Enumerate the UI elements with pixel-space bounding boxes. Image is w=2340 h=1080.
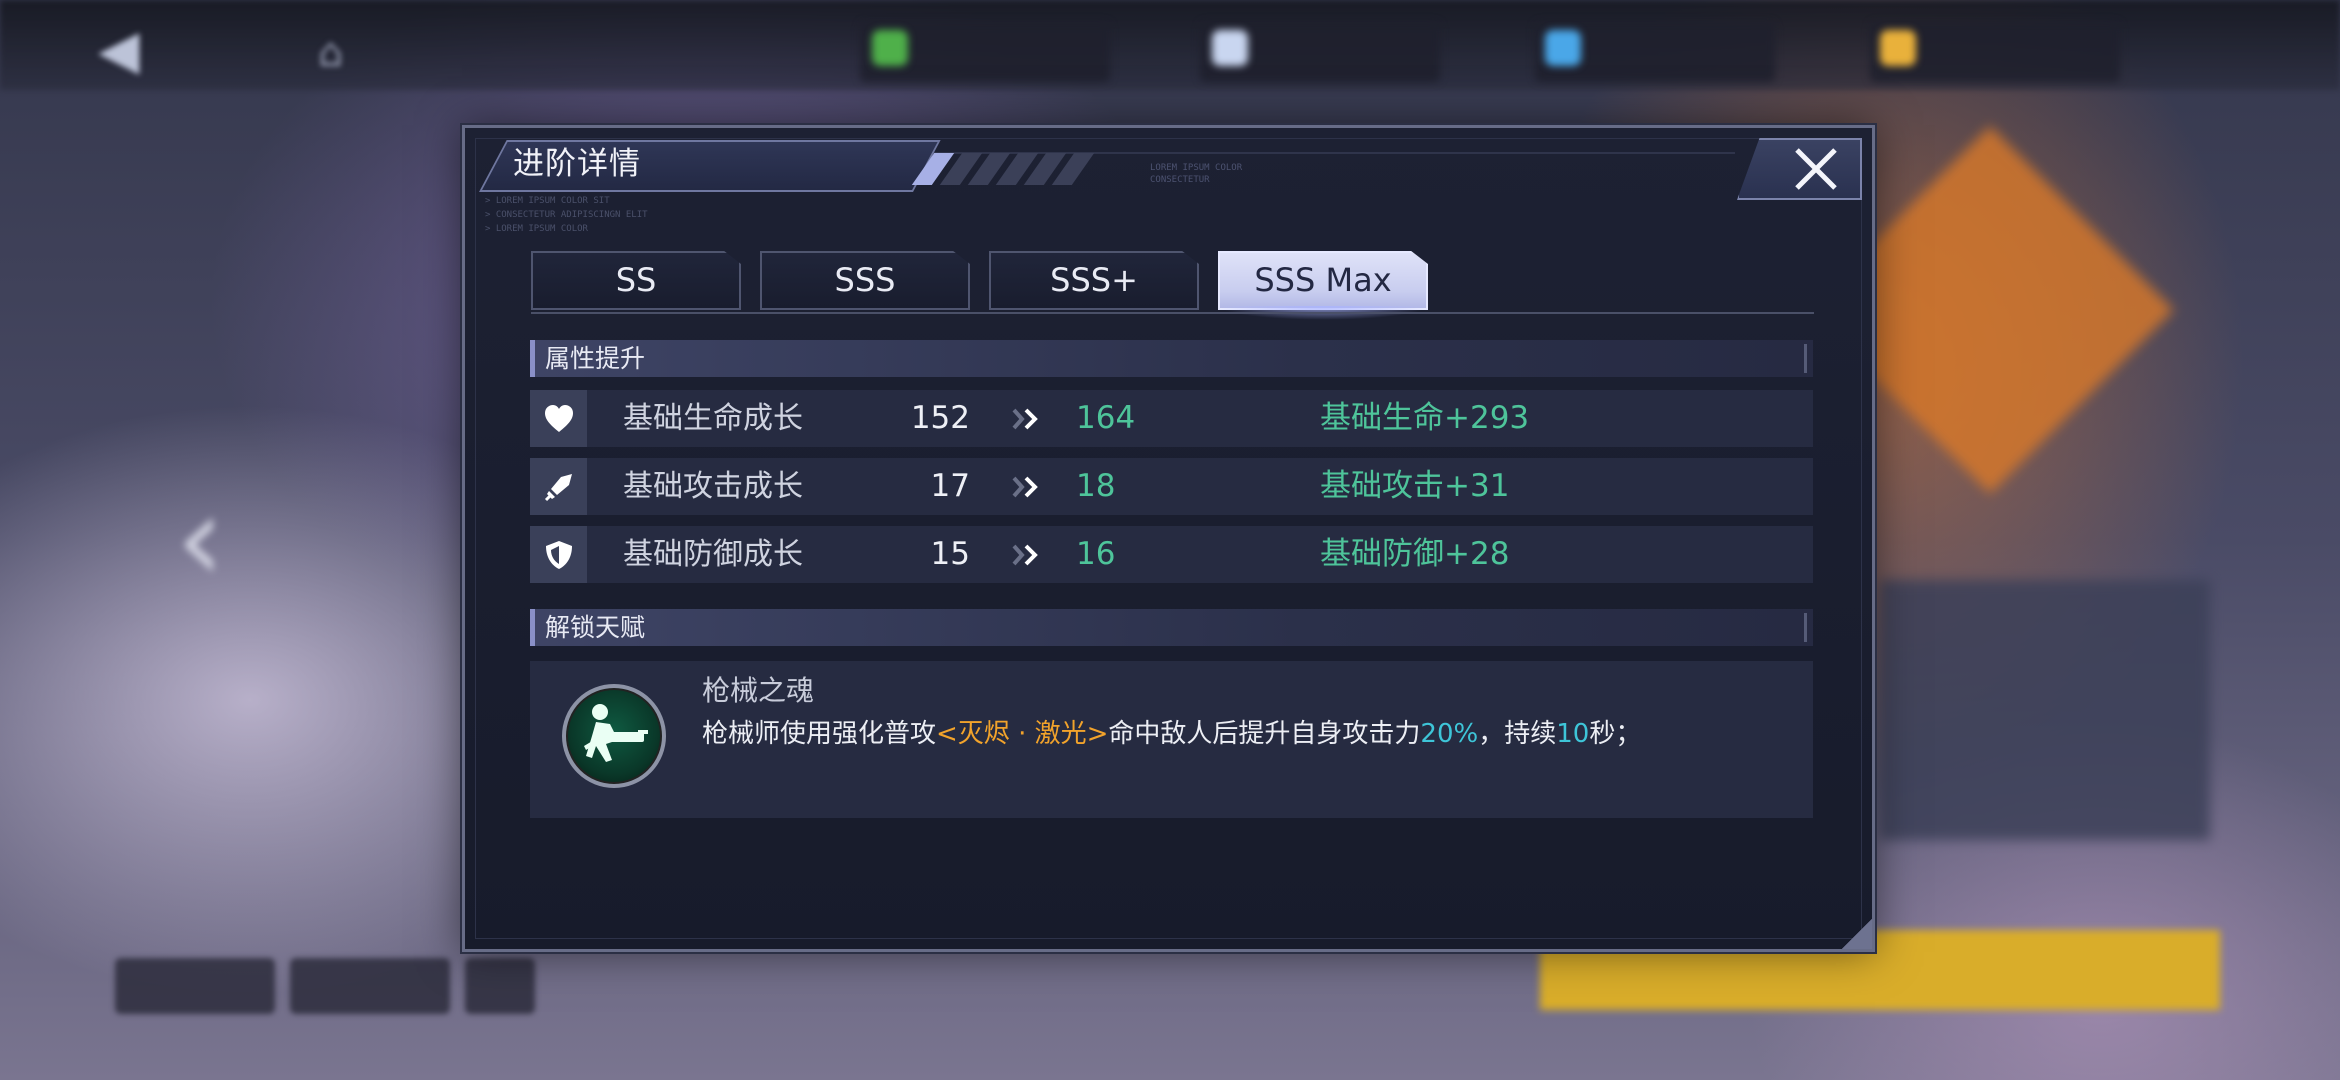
attribute-name: 基础生命成长 xyxy=(623,401,803,436)
back-button[interactable]: ◀ xyxy=(98,20,178,80)
tab-underline xyxy=(531,312,1814,314)
talent-card: 枪械之魂 枪械师使用强化普攻<灭烬 · 激光>命中敌人后提升自身攻击力20%，持… xyxy=(530,661,1813,818)
talent-percent: 20% xyxy=(1420,719,1479,749)
prev-character-arrow[interactable]: ‹ xyxy=(176,470,256,610)
double-chevron-icon xyxy=(1012,544,1038,566)
gunner-talent-icon xyxy=(562,684,666,788)
attribute-row-defense: 基础防御成长 15 16 基础防御+28 xyxy=(530,526,1813,583)
bg-button-2[interactable] xyxy=(290,958,450,1014)
tab-ss[interactable]: SS xyxy=(531,251,741,310)
attribute-bonus: 基础防御+28 xyxy=(1320,536,1510,572)
tab-sss[interactable]: SSS xyxy=(760,251,970,310)
attribute-from-value: 15 xyxy=(930,536,970,572)
header-rule xyxy=(885,152,1735,154)
attributes-section-header: 属性提升 xyxy=(530,340,1813,377)
crystal-icon xyxy=(1212,30,1248,66)
diamond-icon xyxy=(1545,30,1581,66)
attribute-to-value: 164 xyxy=(1076,400,1136,436)
header-tick xyxy=(1804,613,1807,642)
decorative-text: LOREM IPSUM COLOR CONSECTETUR xyxy=(1150,163,1243,185)
attribute-name: 基础防御成长 xyxy=(623,537,803,572)
talent-section-header: 解锁天赋 xyxy=(530,609,1813,646)
home-icon[interactable]: ⌂ xyxy=(318,30,374,80)
talent-desc-text: ，持续 xyxy=(1478,719,1557,749)
talent-desc-text: 命中敌人后提升自身攻击力 xyxy=(1108,719,1421,749)
close-button[interactable] xyxy=(1737,138,1862,200)
header-tick xyxy=(1804,344,1807,373)
talent-desc-text: 秒； xyxy=(1589,719,1642,749)
double-chevron-icon xyxy=(1012,408,1038,430)
sword-icon xyxy=(530,458,587,515)
heart-icon xyxy=(530,390,587,447)
dialog-title: 进阶详情 xyxy=(513,146,641,182)
stamina-icon xyxy=(872,30,908,66)
attribute-row-hp: 基础生命成长 152 164 基础生命+293 xyxy=(530,390,1813,447)
bg-button-3[interactable] xyxy=(465,958,535,1014)
attribute-to-value: 16 xyxy=(1076,536,1116,572)
attributes-header-label: 属性提升 xyxy=(545,344,646,373)
talent-header-label: 解锁天赋 xyxy=(545,613,646,642)
attribute-from-value: 17 xyxy=(930,468,970,504)
attribute-bonus: 基础攻击+31 xyxy=(1320,468,1510,504)
attribute-name: 基础攻击成长 xyxy=(623,469,803,504)
double-chevron-icon xyxy=(1012,476,1038,498)
bg-button-1[interactable] xyxy=(115,958,275,1014)
talent-description: 枪械师使用强化普攻<灭烬 · 激光>命中敌人后提升自身攻击力20%，持续10秒； xyxy=(702,714,1641,754)
attribute-to-value: 18 xyxy=(1076,468,1116,504)
close-icon xyxy=(1795,148,1837,190)
attribute-bonus: 基础生命+293 xyxy=(1320,400,1530,436)
attribute-row-attack: 基础攻击成长 17 18 基础攻击+31 xyxy=(530,458,1813,515)
attribute-from-value: 152 xyxy=(910,400,970,436)
talent-duration: 10 xyxy=(1556,719,1590,749)
dialog-corner-decoration xyxy=(1842,919,1872,949)
decorative-text: > LOREM IPSUM COLOR SIT > CONSECTETUR AD… xyxy=(485,196,648,234)
stat-panel xyxy=(1880,580,2210,840)
advancement-details-dialog: 进阶详情 > LOREM IPSUM COLOR SIT > CONSECTET… xyxy=(462,125,1875,952)
tab-sss-plus[interactable]: SSS+ xyxy=(989,251,1199,310)
tab-sss-max[interactable]: SSS Max xyxy=(1218,251,1428,310)
shield-icon xyxy=(530,526,587,583)
talent-skill-name: <灭烬 · 激光> xyxy=(936,719,1109,749)
talent-desc-text: 枪械师使用强化普攻 xyxy=(702,719,937,749)
gold-icon xyxy=(1880,30,1916,66)
talent-name: 枪械之魂 xyxy=(702,674,815,707)
